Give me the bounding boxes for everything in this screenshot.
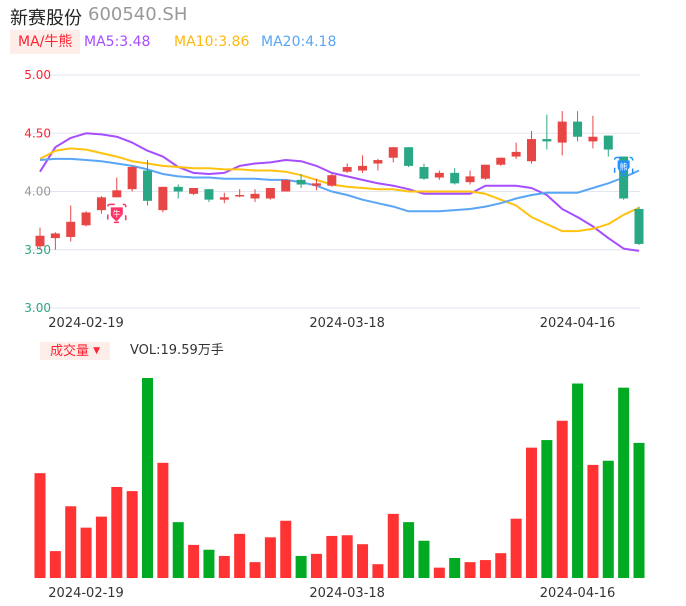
- candle-body: [250, 193, 260, 199]
- x-tick-label: 2024-04-16: [540, 316, 616, 331]
- candle-body: [327, 175, 337, 186]
- candle-body: [496, 157, 506, 165]
- y-tick-label: 3.00: [24, 301, 51, 315]
- volume-bar: [157, 462, 169, 578]
- candle-body: [81, 212, 91, 226]
- candle-body: [219, 197, 229, 200]
- candle-body: [204, 189, 214, 200]
- volume-bar: [556, 420, 568, 578]
- candle-body: [235, 194, 245, 197]
- candle-body: [465, 176, 475, 183]
- volume-bar: [142, 378, 154, 578]
- volume-bar: [510, 518, 522, 578]
- candle-body: [634, 208, 644, 244]
- candle-body: [388, 147, 398, 158]
- candle-body: [311, 183, 321, 186]
- signal-marker-label: 熊: [620, 162, 628, 172]
- candle-body: [358, 165, 368, 171]
- volume-bar: [295, 555, 307, 578]
- candle-body: [450, 172, 460, 184]
- volume-bar: [341, 535, 353, 578]
- candle-body: [66, 221, 76, 237]
- candle-body: [342, 167, 352, 172]
- volume-bar: [249, 562, 261, 578]
- volume-bar: [280, 520, 292, 578]
- volume-bar: [234, 533, 246, 578]
- volume-bar: [418, 540, 430, 578]
- candle-body: [296, 179, 306, 185]
- candle-body: [173, 186, 183, 192]
- y-tick-label: 5.00: [24, 68, 51, 82]
- candle-body: [511, 151, 521, 157]
- volume-bar: [126, 491, 138, 578]
- volume-bar: [525, 447, 537, 578]
- volume-bar: [541, 440, 553, 578]
- volume-bar: [372, 564, 384, 578]
- stock-chart: 新赛股份 600540.SH MA/牛熊 MA5:3.48 MA10:3.86 …: [0, 0, 686, 606]
- candle-body: [35, 235, 45, 247]
- volume-bar: [34, 473, 46, 578]
- y-tick-label: 4.00: [24, 185, 51, 199]
- candle-body: [112, 190, 122, 198]
- candle-body: [373, 160, 383, 164]
- ma10-line: [39, 147, 640, 233]
- volume-bar: [602, 460, 614, 578]
- chart-canvas[interactable]: 5.004.504.003.503.00牛熊2024-02-19 2024-03-…: [0, 0, 686, 606]
- volume-bar: [310, 553, 322, 578]
- volume-bar: [618, 387, 630, 578]
- x-tick-label: 2024-02-19: [48, 586, 124, 601]
- volume-bar: [387, 513, 399, 578]
- volume-bar: [218, 555, 230, 578]
- volume-bar: [95, 516, 107, 578]
- candle-body: [434, 172, 444, 178]
- volume-bar: [633, 442, 645, 578]
- volume-bar: [495, 553, 507, 578]
- candle-body: [50, 233, 60, 239]
- volume-bar: [80, 527, 92, 578]
- volume-bar: [587, 464, 599, 578]
- candle-body: [96, 197, 106, 211]
- candle-body: [158, 186, 168, 211]
- x-tick-label: 2024-03-18: [309, 316, 385, 331]
- volume-bar: [264, 537, 276, 578]
- candle-body: [127, 167, 137, 190]
- y-tick-label: 4.50: [24, 126, 51, 140]
- volume-bar: [172, 522, 184, 578]
- candle-body: [573, 121, 583, 137]
- candle-body: [404, 147, 414, 166]
- x-tick-label: 2024-03-18: [309, 586, 385, 601]
- candle-body: [281, 179, 291, 192]
- volume-bar: [479, 560, 491, 578]
- candle-body: [526, 139, 536, 162]
- candle-body: [542, 139, 552, 142]
- volume-bar: [449, 558, 461, 578]
- candle-body: [588, 136, 598, 142]
- candle-body: [265, 188, 275, 199]
- candle-body: [419, 167, 429, 179]
- volume-bar: [49, 551, 61, 578]
- candle-body: [480, 164, 490, 179]
- x-tick-label: 2024-02-19: [48, 316, 124, 331]
- volume-bar: [111, 486, 123, 578]
- volume-bar: [572, 383, 584, 578]
- volume-bar: [203, 549, 215, 578]
- signal-marker-label: 牛: [113, 208, 121, 218]
- volume-bar: [433, 567, 445, 578]
- candle-body: [603, 135, 613, 150]
- volume-bar: [326, 535, 338, 578]
- volume-bar: [188, 544, 200, 578]
- volume-bar: [65, 506, 77, 578]
- candle-body: [189, 188, 199, 194]
- volume-bar: [403, 522, 415, 578]
- volume-bar: [357, 544, 369, 578]
- candle-body: [557, 121, 567, 143]
- x-tick-label: 2024-04-16: [540, 586, 616, 601]
- candle-body: [143, 170, 153, 201]
- volume-bar: [464, 562, 476, 578]
